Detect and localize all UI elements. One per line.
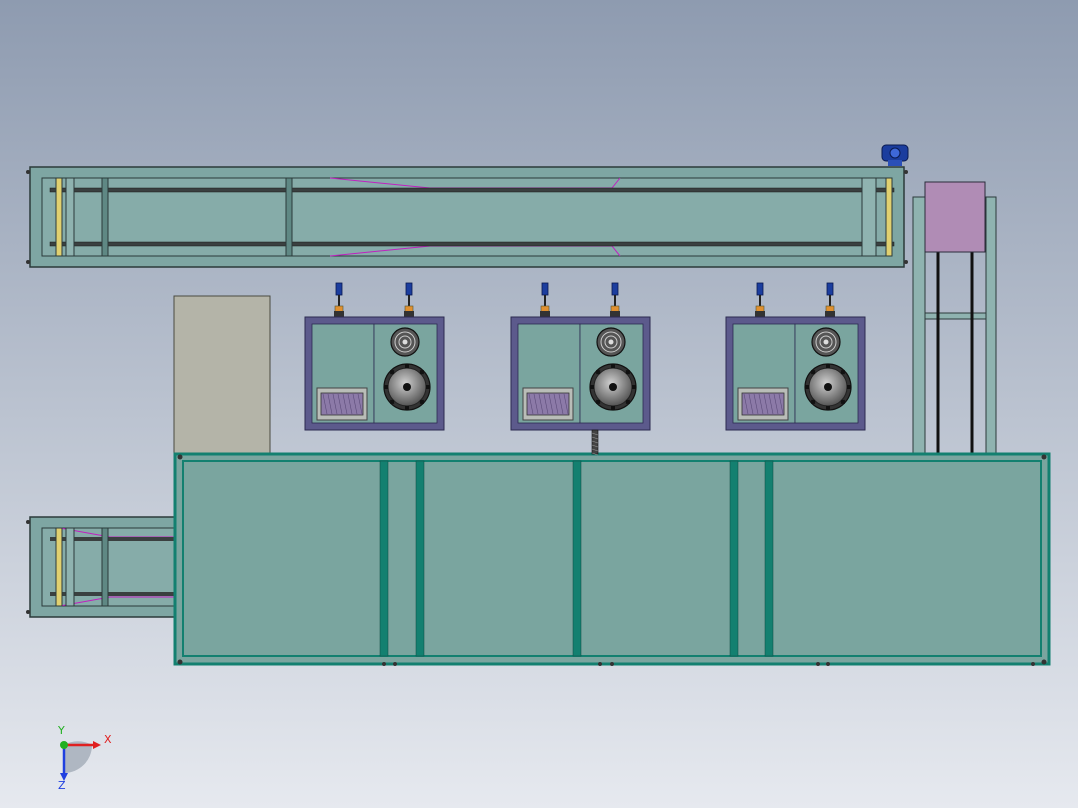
main-chamber-inner (182, 460, 1042, 657)
fan-icon (589, 363, 637, 411)
upper-chain-bottom (49, 241, 895, 247)
blower-icon (596, 327, 626, 357)
y-axis-icon (60, 741, 68, 749)
cad-drawing: X Y Z (0, 0, 1078, 808)
lead-screw (591, 429, 599, 456)
x-axis-label: X (104, 733, 112, 746)
electrical-cabinet[interactable] (173, 295, 271, 457)
blower-icon (811, 327, 841, 357)
fan-icon (804, 363, 852, 411)
cad-viewport[interactable]: X Y Z (0, 0, 1078, 808)
lift-tower-left-post (912, 196, 926, 456)
blower-icon (390, 327, 420, 357)
y-axis-label: Y (57, 724, 65, 737)
lift-tower-crossbar (924, 312, 987, 320)
lower-conveyor[interactable] (26, 516, 177, 618)
fan-icon (383, 363, 431, 411)
control-box[interactable] (924, 181, 986, 253)
main-chamber[interactable] (173, 452, 1051, 666)
z-axis-label: Z (58, 779, 66, 792)
lift-tower-right-post (985, 196, 997, 456)
upper-chain-top (49, 187, 895, 193)
